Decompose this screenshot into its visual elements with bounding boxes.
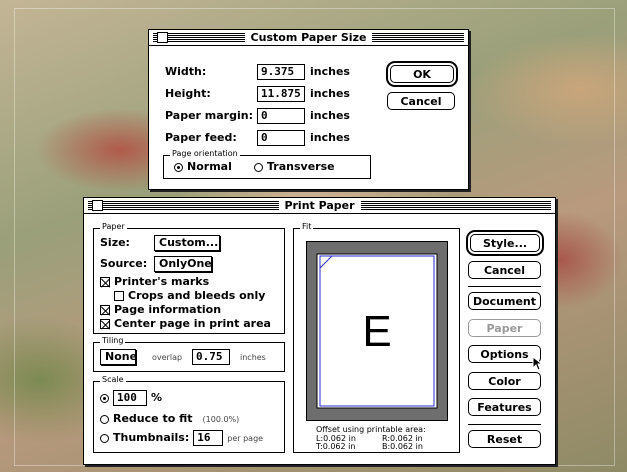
printers-marks-option[interactable]: Printer's marks — [100, 275, 209, 289]
center-page-option[interactable]: Center page in print area — [100, 317, 271, 331]
height-units: inches — [310, 87, 350, 100]
width-units: inches — [310, 65, 350, 78]
orientation-transverse-option[interactable]: Transverse — [254, 160, 335, 174]
scale-field[interactable]: 100 — [113, 390, 147, 406]
scale-percent-option[interactable]: 100 % — [100, 390, 162, 406]
checkbox-checked-icon[interactable] — [100, 277, 110, 287]
scale-group: Scale 100 % Reduce to fit (100.0%) Thumb… — [93, 375, 285, 453]
print-paper-dialog: Print Paper Paper Size: Custom... Source… — [83, 197, 556, 465]
offset-top: T:0.062 in — [316, 442, 356, 451]
preview-letter: E — [362, 307, 392, 356]
radio-unselected-icon[interactable] — [254, 162, 263, 172]
custom-paper-size-dialog: Custom Paper Size Width: 9.375 inches He… — [148, 29, 469, 190]
page-preview: E — [306, 241, 448, 421]
page-orientation-label: Page orientation — [170, 149, 240, 159]
overlap-units: inches — [240, 353, 266, 362]
thumbnails-label: Thumbnails: — [113, 431, 190, 444]
scale-group-label: Scale — [100, 375, 126, 385]
checkbox-checked-icon[interactable] — [100, 305, 110, 315]
close-box-icon[interactable] — [157, 32, 168, 43]
size-label: Size: — [100, 236, 130, 249]
radio-selected-icon[interactable] — [100, 393, 109, 403]
crops-bleeds-label: Crops and bleeds only — [128, 289, 266, 302]
paper-margin-field[interactable]: 0 — [257, 108, 305, 124]
radio-unselected-icon[interactable] — [100, 414, 109, 424]
width-field[interactable]: 9.375 — [257, 64, 305, 80]
checkbox-checked-icon[interactable] — [100, 319, 110, 329]
print-dialog-titlebar[interactable]: Print Paper — [84, 198, 555, 214]
custom-dialog-titlebar[interactable]: Custom Paper Size — [149, 30, 468, 46]
mouse-pointer-icon — [532, 356, 544, 371]
document-button[interactable]: Document — [468, 292, 541, 310]
width-label: Width: — [165, 65, 207, 78]
custom-dialog-title: Custom Paper Size — [244, 31, 373, 45]
orientation-transverse-label: Transverse — [267, 160, 335, 173]
offset-bottom: B:0.062 in — [382, 442, 423, 451]
paper-feed-label: Paper feed: — [165, 131, 237, 144]
paper-margin-units: inches — [310, 109, 350, 122]
paper-group: Paper Size: Custom... Source: OnlyOne Pr… — [93, 222, 285, 334]
crops-bleeds-option[interactable]: Crops and bleeds only — [114, 289, 265, 303]
paper-button[interactable]: Paper — [468, 319, 541, 337]
radio-unselected-icon[interactable] — [100, 433, 109, 443]
source-popup[interactable]: OnlyOne — [154, 256, 212, 272]
printers-marks-label: Printer's marks — [114, 275, 210, 288]
tiling-popup[interactable]: None — [100, 349, 137, 365]
overlap-label: overlap — [152, 353, 183, 362]
fit-group-label: Fit — [300, 222, 314, 232]
offset-title: Offset using printable area: — [316, 425, 426, 434]
tiling-group: Tiling None overlap 0.75 inches — [93, 336, 285, 372]
reset-button[interactable]: Reset — [468, 430, 541, 448]
print-dialog-title: Print Paper — [278, 199, 361, 213]
overlap-field[interactable]: 0.75 — [192, 349, 230, 365]
reduce-to-fit-label: Reduce to fit — [113, 412, 193, 425]
button-divider — [468, 424, 541, 425]
custom-cancel-button[interactable]: Cancel — [387, 92, 455, 110]
reduce-to-fit-option[interactable]: Reduce to fit (100.0%) — [100, 412, 239, 426]
center-page-label: Center page in print area — [114, 317, 271, 330]
checkbox-unchecked-icon[interactable] — [114, 291, 124, 301]
fit-group: Fit E Offset using printable area: L:0.0… — [293, 222, 460, 453]
height-label: Height: — [165, 87, 211, 100]
height-field[interactable]: 11.875 — [257, 86, 305, 102]
button-divider — [468, 286, 541, 287]
page-orientation-group: Page orientation Normal Transverse — [163, 149, 371, 179]
options-button[interactable]: Options — [468, 345, 541, 363]
radio-selected-icon[interactable] — [174, 162, 183, 172]
style-button[interactable]: Style... — [466, 230, 544, 256]
page-information-option[interactable]: Page information — [100, 303, 221, 317]
features-button[interactable]: Features — [468, 398, 541, 416]
per-page-label: per page — [227, 433, 264, 443]
cancel-button[interactable]: Cancel — [468, 261, 541, 279]
orientation-normal-option[interactable]: Normal — [174, 160, 232, 174]
ok-button[interactable]: OK — [386, 61, 458, 87]
scale-unit: % — [151, 391, 163, 404]
tiling-group-label: Tiling — [100, 336, 126, 346]
paper-feed-units: inches — [310, 131, 350, 144]
close-box-icon[interactable] — [92, 200, 103, 211]
paper-margin-label: Paper margin: — [165, 109, 253, 122]
color-button[interactable]: Color — [468, 372, 541, 390]
source-label: Source: — [100, 257, 148, 270]
page-information-label: Page information — [114, 303, 222, 316]
thumbnails-field[interactable]: 16 — [193, 430, 224, 446]
paper-feed-field[interactable]: 0 — [257, 130, 305, 146]
size-popup[interactable]: Custom... — [154, 235, 220, 251]
orientation-normal-label: Normal — [187, 160, 232, 173]
reduce-percent-value: (100.0%) — [202, 414, 240, 424]
paper-group-label: Paper — [100, 222, 127, 232]
thumbnails-option[interactable]: Thumbnails: 16 per page — [100, 430, 263, 446]
